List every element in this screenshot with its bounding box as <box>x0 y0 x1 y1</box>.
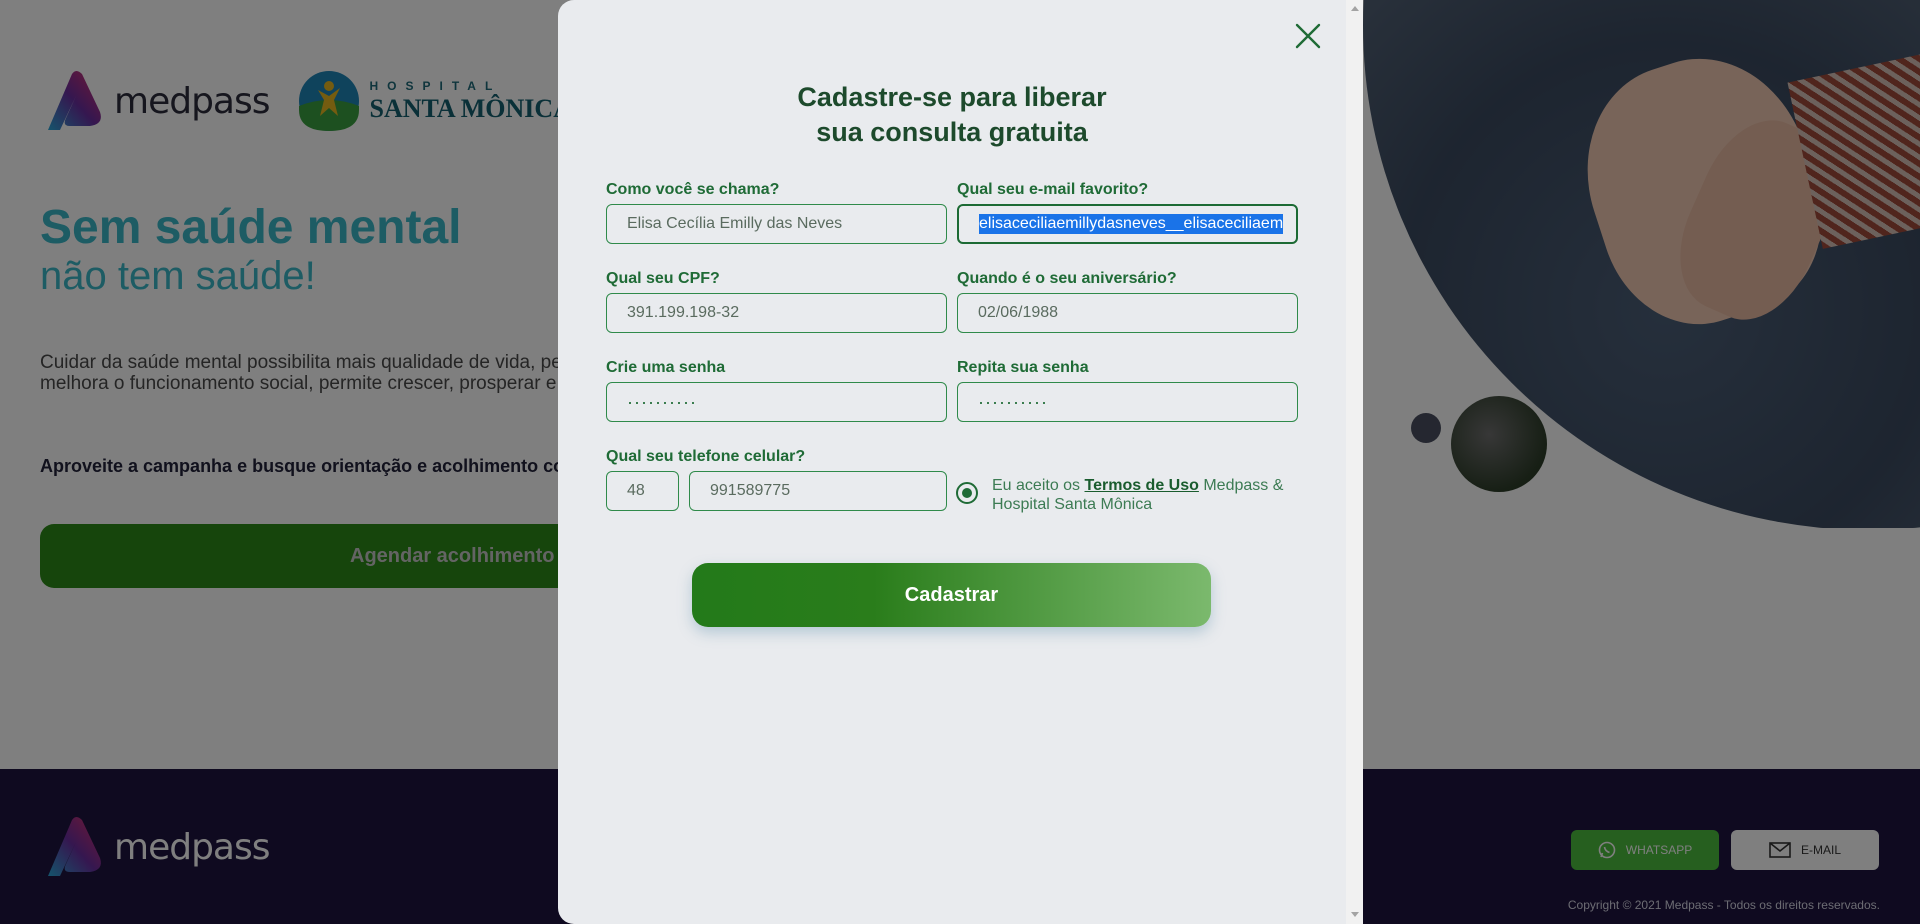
phone-ddd-value: 48 <box>627 482 645 499</box>
email-value: elisaceciliaemillydasneves__elisacecilia… <box>979 214 1284 234</box>
close-icon <box>1295 23 1321 49</box>
terms-of-use-link[interactable]: Termos de Uso <box>1085 477 1199 494</box>
password-label: Crie uma senha <box>606 359 726 376</box>
terms-prefix: Eu aceito os <box>992 477 1085 494</box>
scroll-up-arrow-icon[interactable] <box>1351 6 1359 11</box>
phone-label: Qual seu telefone celular? <box>606 448 806 465</box>
birthday-value: 02/06/1988 <box>978 304 1059 321</box>
password-repeat-value: ·········· <box>978 391 1048 412</box>
phone-number-input[interactable]: 991589775 <box>689 471 947 511</box>
birthday-input[interactable]: 02/06/1988 <box>957 293 1298 333</box>
modal-title-line-1: Cadastre-se para liberar <box>797 82 1107 112</box>
email-input[interactable]: elisaceciliaemillydasneves__elisacecilia… <box>957 204 1298 244</box>
terms-radio[interactable] <box>956 482 978 504</box>
scroll-down-arrow-icon[interactable] <box>1351 912 1359 917</box>
submit-button[interactable]: Cadastrar <box>692 563 1211 627</box>
cpf-input[interactable]: 391.199.198-32 <box>606 293 947 333</box>
email-label: Qual seu e-mail favorito? <box>957 181 1149 198</box>
birthday-label: Quando é o seu aniversário? <box>957 270 1177 287</box>
cpf-label: Qual seu CPF? <box>606 270 720 287</box>
password-repeat-input[interactable]: ·········· <box>957 382 1298 422</box>
password-repeat-label: Repita sua senha <box>957 359 1089 376</box>
password-input[interactable]: ·········· <box>606 382 947 422</box>
modal-scrollbar[interactable] <box>1346 0 1363 924</box>
name-input[interactable]: Elisa Cecília Emilly das Neves <box>606 204 947 244</box>
modal-title-line-2: sua consulta gratuita <box>816 117 1088 147</box>
phone-ddd-input[interactable]: 48 <box>606 471 679 511</box>
close-modal-button[interactable] <box>1292 20 1324 52</box>
name-label: Como você se chama? <box>606 181 780 198</box>
phone-number-value: 991589775 <box>710 482 791 499</box>
cpf-value: 391.199.198-32 <box>627 304 740 321</box>
terms-text: Eu aceito os Termos de Uso Medpass & Hos… <box>992 476 1292 514</box>
name-value: Elisa Cecília Emilly das Neves <box>627 215 843 232</box>
password-value: ·········· <box>627 391 697 412</box>
terms-radio-selected-dot <box>962 488 972 498</box>
modal-title: Cadastre-se para liberar sua consulta gr… <box>558 80 1346 150</box>
